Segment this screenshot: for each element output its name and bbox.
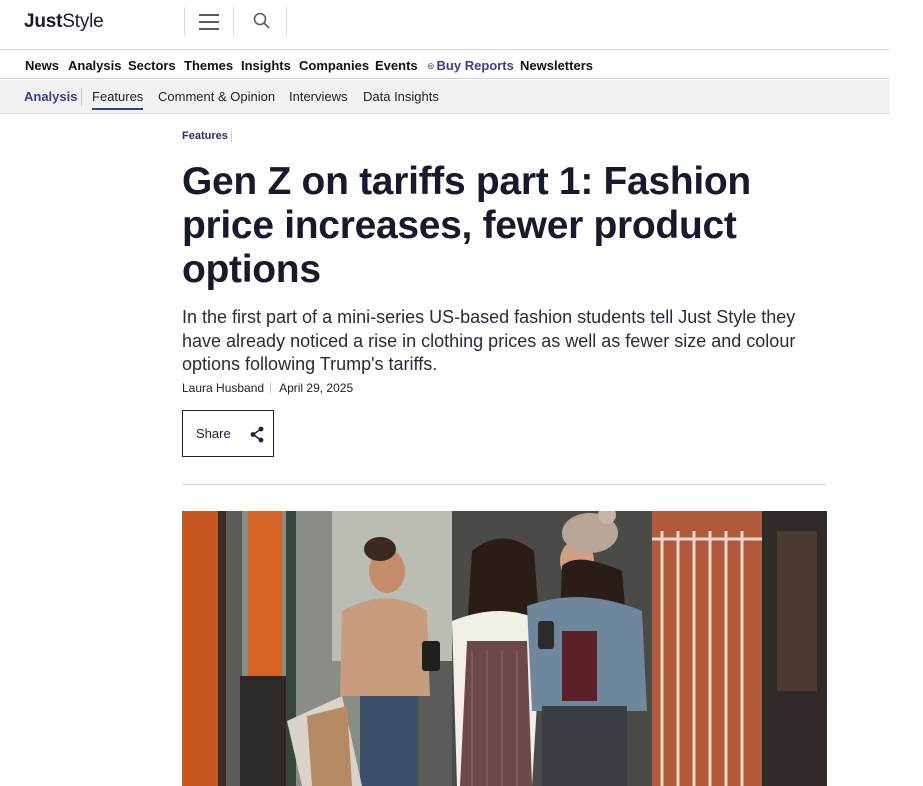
hamburger-menu-icon[interactable] — [196, 9, 222, 35]
subnav-item-data-insights[interactable]: Data Insights — [363, 89, 439, 104]
nav-item-buy-reports[interactable]: ⊚ Buy Reports — [427, 58, 514, 73]
nav-item-events[interactable]: Events — [375, 58, 418, 73]
reports-icon: ⊚ — [427, 61, 435, 71]
share-button[interactable]: Share — [182, 410, 274, 457]
nav-item-news[interactable]: News — [25, 58, 59, 73]
header-divider — [233, 7, 234, 36]
subnav-item-comment-opinion[interactable]: Comment & Opinion — [158, 89, 275, 104]
site-logo[interactable]: JustStyle — [24, 11, 104, 33]
logo-regular-text: Style — [62, 11, 104, 32]
subnav-item-features[interactable]: Features — [92, 89, 144, 110]
main-navigation: News Analysis Sectors Themes Insights Co… — [0, 51, 890, 79]
subnav-item-interviews[interactable]: Interviews — [289, 89, 348, 104]
section-divider — [182, 484, 827, 485]
sub-navigation: Analysis Features Comment & Opinion Inte… — [0, 80, 890, 114]
nav-item-themes[interactable]: Themes — [184, 58, 233, 73]
article-hero-image — [182, 511, 827, 786]
author-link[interactable]: Laura Husband — [182, 381, 264, 395]
nav-item-sectors[interactable]: Sectors — [128, 58, 176, 73]
nav-item-insights[interactable]: Insights — [241, 58, 291, 73]
search-icon[interactable] — [249, 9, 275, 35]
share-icon — [249, 426, 265, 443]
subnav-divider — [81, 88, 82, 106]
header-divider — [286, 7, 287, 36]
header-divider — [184, 7, 185, 36]
subnav-section-analysis[interactable]: Analysis — [24, 89, 77, 104]
share-button-label: Share — [196, 426, 231, 441]
article-headline: Gen Z on tariffs part 1: Fashion price i… — [182, 160, 751, 291]
byline-divider — [270, 382, 272, 393]
article-category-link[interactable]: Features — [182, 130, 228, 142]
logo-bold-text: Just — [24, 11, 63, 32]
category-divider — [231, 131, 232, 142]
site-header: JustStyle — [0, 0, 890, 50]
nav-item-analysis[interactable]: Analysis — [68, 58, 121, 73]
article-standfirst: In the first part of a mini-series US-ba… — [182, 307, 796, 374]
nav-item-newsletters[interactable]: Newsletters — [520, 58, 593, 73]
buy-reports-label: Buy Reports — [436, 58, 514, 73]
nav-item-companies[interactable]: Companies — [299, 58, 369, 73]
publish-date: April 29, 2025 — [279, 381, 354, 395]
article-byline: Laura Husband April 29, 2025 — [182, 381, 353, 395]
